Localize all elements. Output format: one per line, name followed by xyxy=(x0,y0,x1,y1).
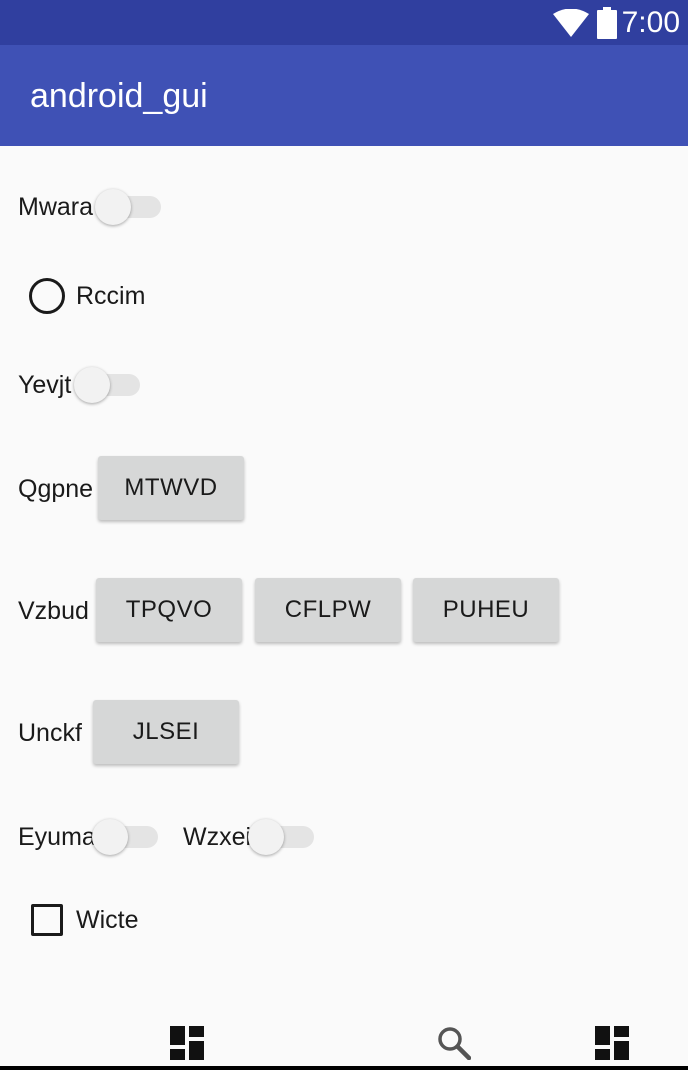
rccim-radio[interactable] xyxy=(29,278,65,314)
wzxei-label: Wzxei xyxy=(183,823,252,851)
wifi-icon xyxy=(553,9,589,37)
wicte-checkbox[interactable] xyxy=(31,904,63,936)
mwara-switch[interactable] xyxy=(95,186,161,226)
unckf-label: Unckf xyxy=(18,719,82,747)
eyuma-switch[interactable] xyxy=(92,816,158,856)
dashboard-icon[interactable] xyxy=(170,1026,204,1060)
switch-thumb xyxy=(74,367,110,403)
wzxei-switch[interactable] xyxy=(248,816,314,856)
qgpne-label: Qgpne xyxy=(18,475,94,503)
yevjt-label: Yevjt xyxy=(18,371,72,399)
status-bar: 7:00 xyxy=(0,0,688,45)
eyuma-label: Eyuma xyxy=(18,823,96,851)
switch-thumb xyxy=(248,819,284,855)
app-bar: android_gui xyxy=(0,45,688,146)
status-time: 7:00 xyxy=(621,6,680,39)
battery-icon xyxy=(597,7,617,39)
bottom-nav xyxy=(0,1018,688,1070)
rccim-label[interactable]: Rccim xyxy=(76,281,145,311)
tpqvo-button[interactable]: TPQVO xyxy=(96,578,242,642)
app-title: android_gui xyxy=(30,77,208,115)
switch-thumb xyxy=(95,189,131,225)
dashboard-icon[interactable] xyxy=(595,1026,629,1060)
mwara-label: Mwara xyxy=(18,193,94,221)
vzbud-label: Vzbud xyxy=(18,597,89,625)
cflpw-button[interactable]: CFLPW xyxy=(255,578,401,642)
puheu-button[interactable]: PUHEU xyxy=(413,578,559,642)
search-icon[interactable] xyxy=(437,1026,471,1060)
jlsei-button[interactable]: JLSEI xyxy=(93,700,239,764)
switch-thumb xyxy=(92,819,128,855)
wicte-label[interactable]: Wicte xyxy=(76,905,139,935)
yevjt-switch[interactable] xyxy=(74,364,140,404)
mtwvd-button[interactable]: MTWVD xyxy=(98,456,244,520)
